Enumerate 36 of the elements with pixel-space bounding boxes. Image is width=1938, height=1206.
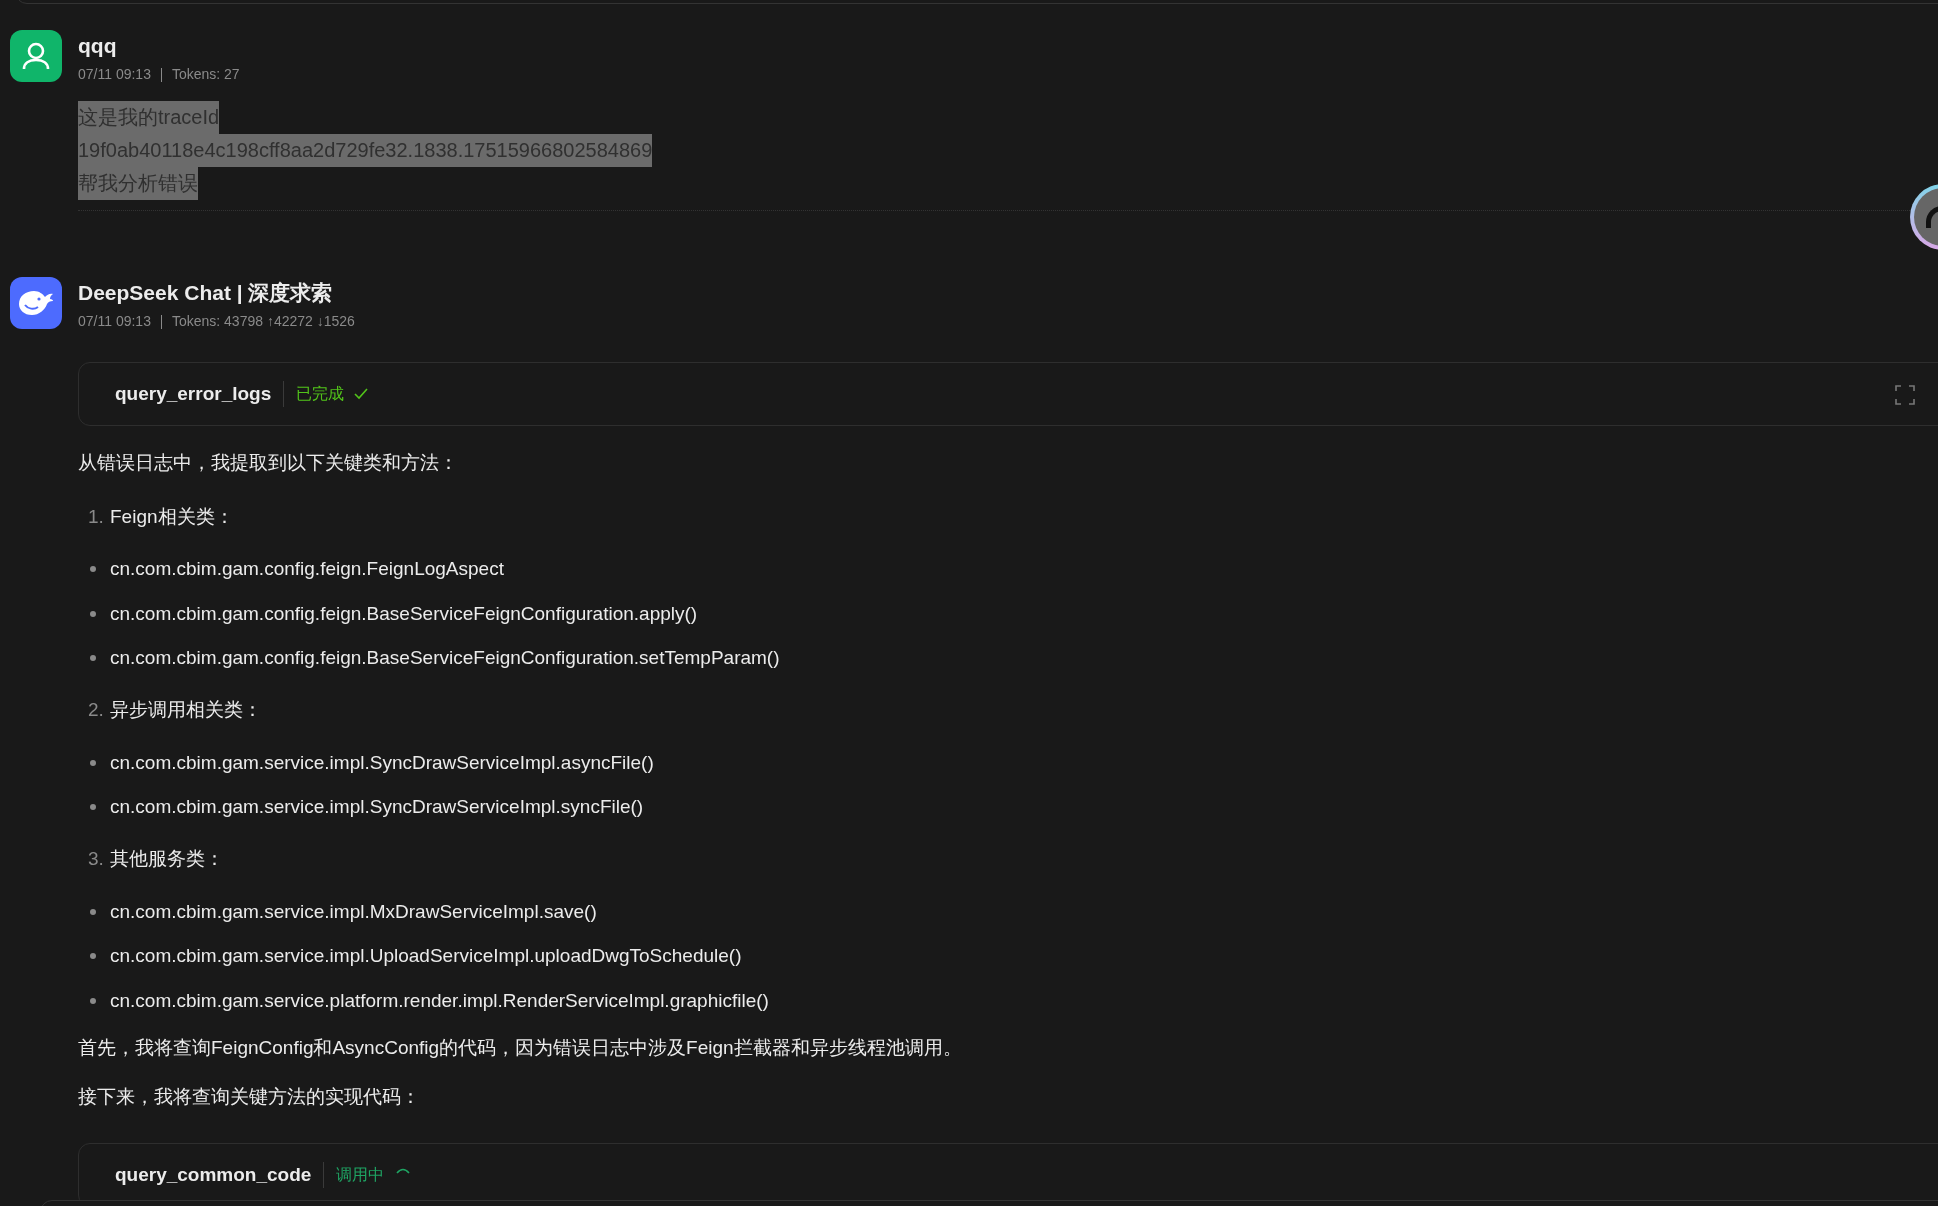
tool-name: query_common_code — [115, 1162, 312, 1187]
fullscreen-icon[interactable] — [1895, 385, 1915, 405]
message-time: 07/11 09:13 — [78, 312, 151, 331]
message-text: 这是我的traceId — [78, 101, 220, 134]
check-icon — [354, 388, 369, 400]
tool-status: 已完成 — [296, 384, 345, 404]
author-name: DeepSeek Chat | 深度求索 — [78, 280, 334, 306]
list-heading: Feign相关类： — [110, 504, 234, 529]
list-item-text: cn.com.cbim.gam.service.impl.SyncDrawServiceImpl.asyncFile() — [110, 750, 654, 775]
list-heading: 异步调用相关类： — [110, 698, 262, 723]
message-text: 19f0ab40118e4c198cff8aa2d729fe32.1838.17515966802584869 — [78, 134, 653, 167]
whale-icon — [17, 288, 55, 318]
token-count: Tokens: 27 — [171, 65, 240, 84]
spinner-icon — [396, 1168, 411, 1174]
tool-call-card[interactable]: query_error_logs 已完成 — [78, 362, 1938, 426]
token-count: Tokens: 43798 ↑42272 ↓1526 — [171, 312, 355, 331]
list-item-text: cn.com.cbim.gam.service.platform.render.impl.RenderServiceImpl.graphicfile() — [110, 988, 769, 1013]
list-item-text: cn.com.cbim.gam.service.impl.SyncDrawServiceImpl.syncFile() — [110, 795, 644, 819]
list-number: 1. — [88, 504, 105, 529]
list-number: 2. — [88, 698, 105, 723]
list-heading: 其他服务类： — [110, 847, 224, 872]
list-item-text: cn.com.cbim.gam.service.impl.MxDrawServiceImpl.save() — [110, 899, 597, 924]
person-icon — [22, 41, 50, 71]
tool-status: 调用中 — [336, 1165, 385, 1185]
list-item-text: cn.com.cbim.gam.config.feign.BaseServiceFeignConfiguration.setTempParam() — [110, 646, 780, 670]
answer-paragraph: 首先，我将查询FeignConfig和AsyncConfig的代码，因为错误日志中涉及Feign拦截器和异步线程池调用。 — [78, 1036, 963, 1060]
message-text: 帮我分析错误 — [78, 167, 198, 200]
answer-paragraph: 从错误日志中，我提取到以下关键类和方法： — [78, 451, 459, 475]
author-name: qqq — [78, 33, 118, 59]
list-number: 3. — [88, 847, 105, 872]
list-item-text: cn.com.cbim.gam.config.feign.BaseServiceFeignConfiguration.apply() — [110, 601, 698, 626]
list-item-text: cn.com.cbim.gam.service.impl.UploadServiceImpl.uploadDwgToSchedule() — [110, 944, 742, 968]
list-item-text: cn.com.cbim.gam.config.feign.FeignLogAspect — [110, 557, 504, 581]
tool-name: query_error_logs — [115, 381, 272, 406]
answer-paragraph: 接下来，我将查询关键方法的实现代码： — [78, 1085, 421, 1109]
message-time: 07/11 09:13 — [78, 65, 151, 84]
